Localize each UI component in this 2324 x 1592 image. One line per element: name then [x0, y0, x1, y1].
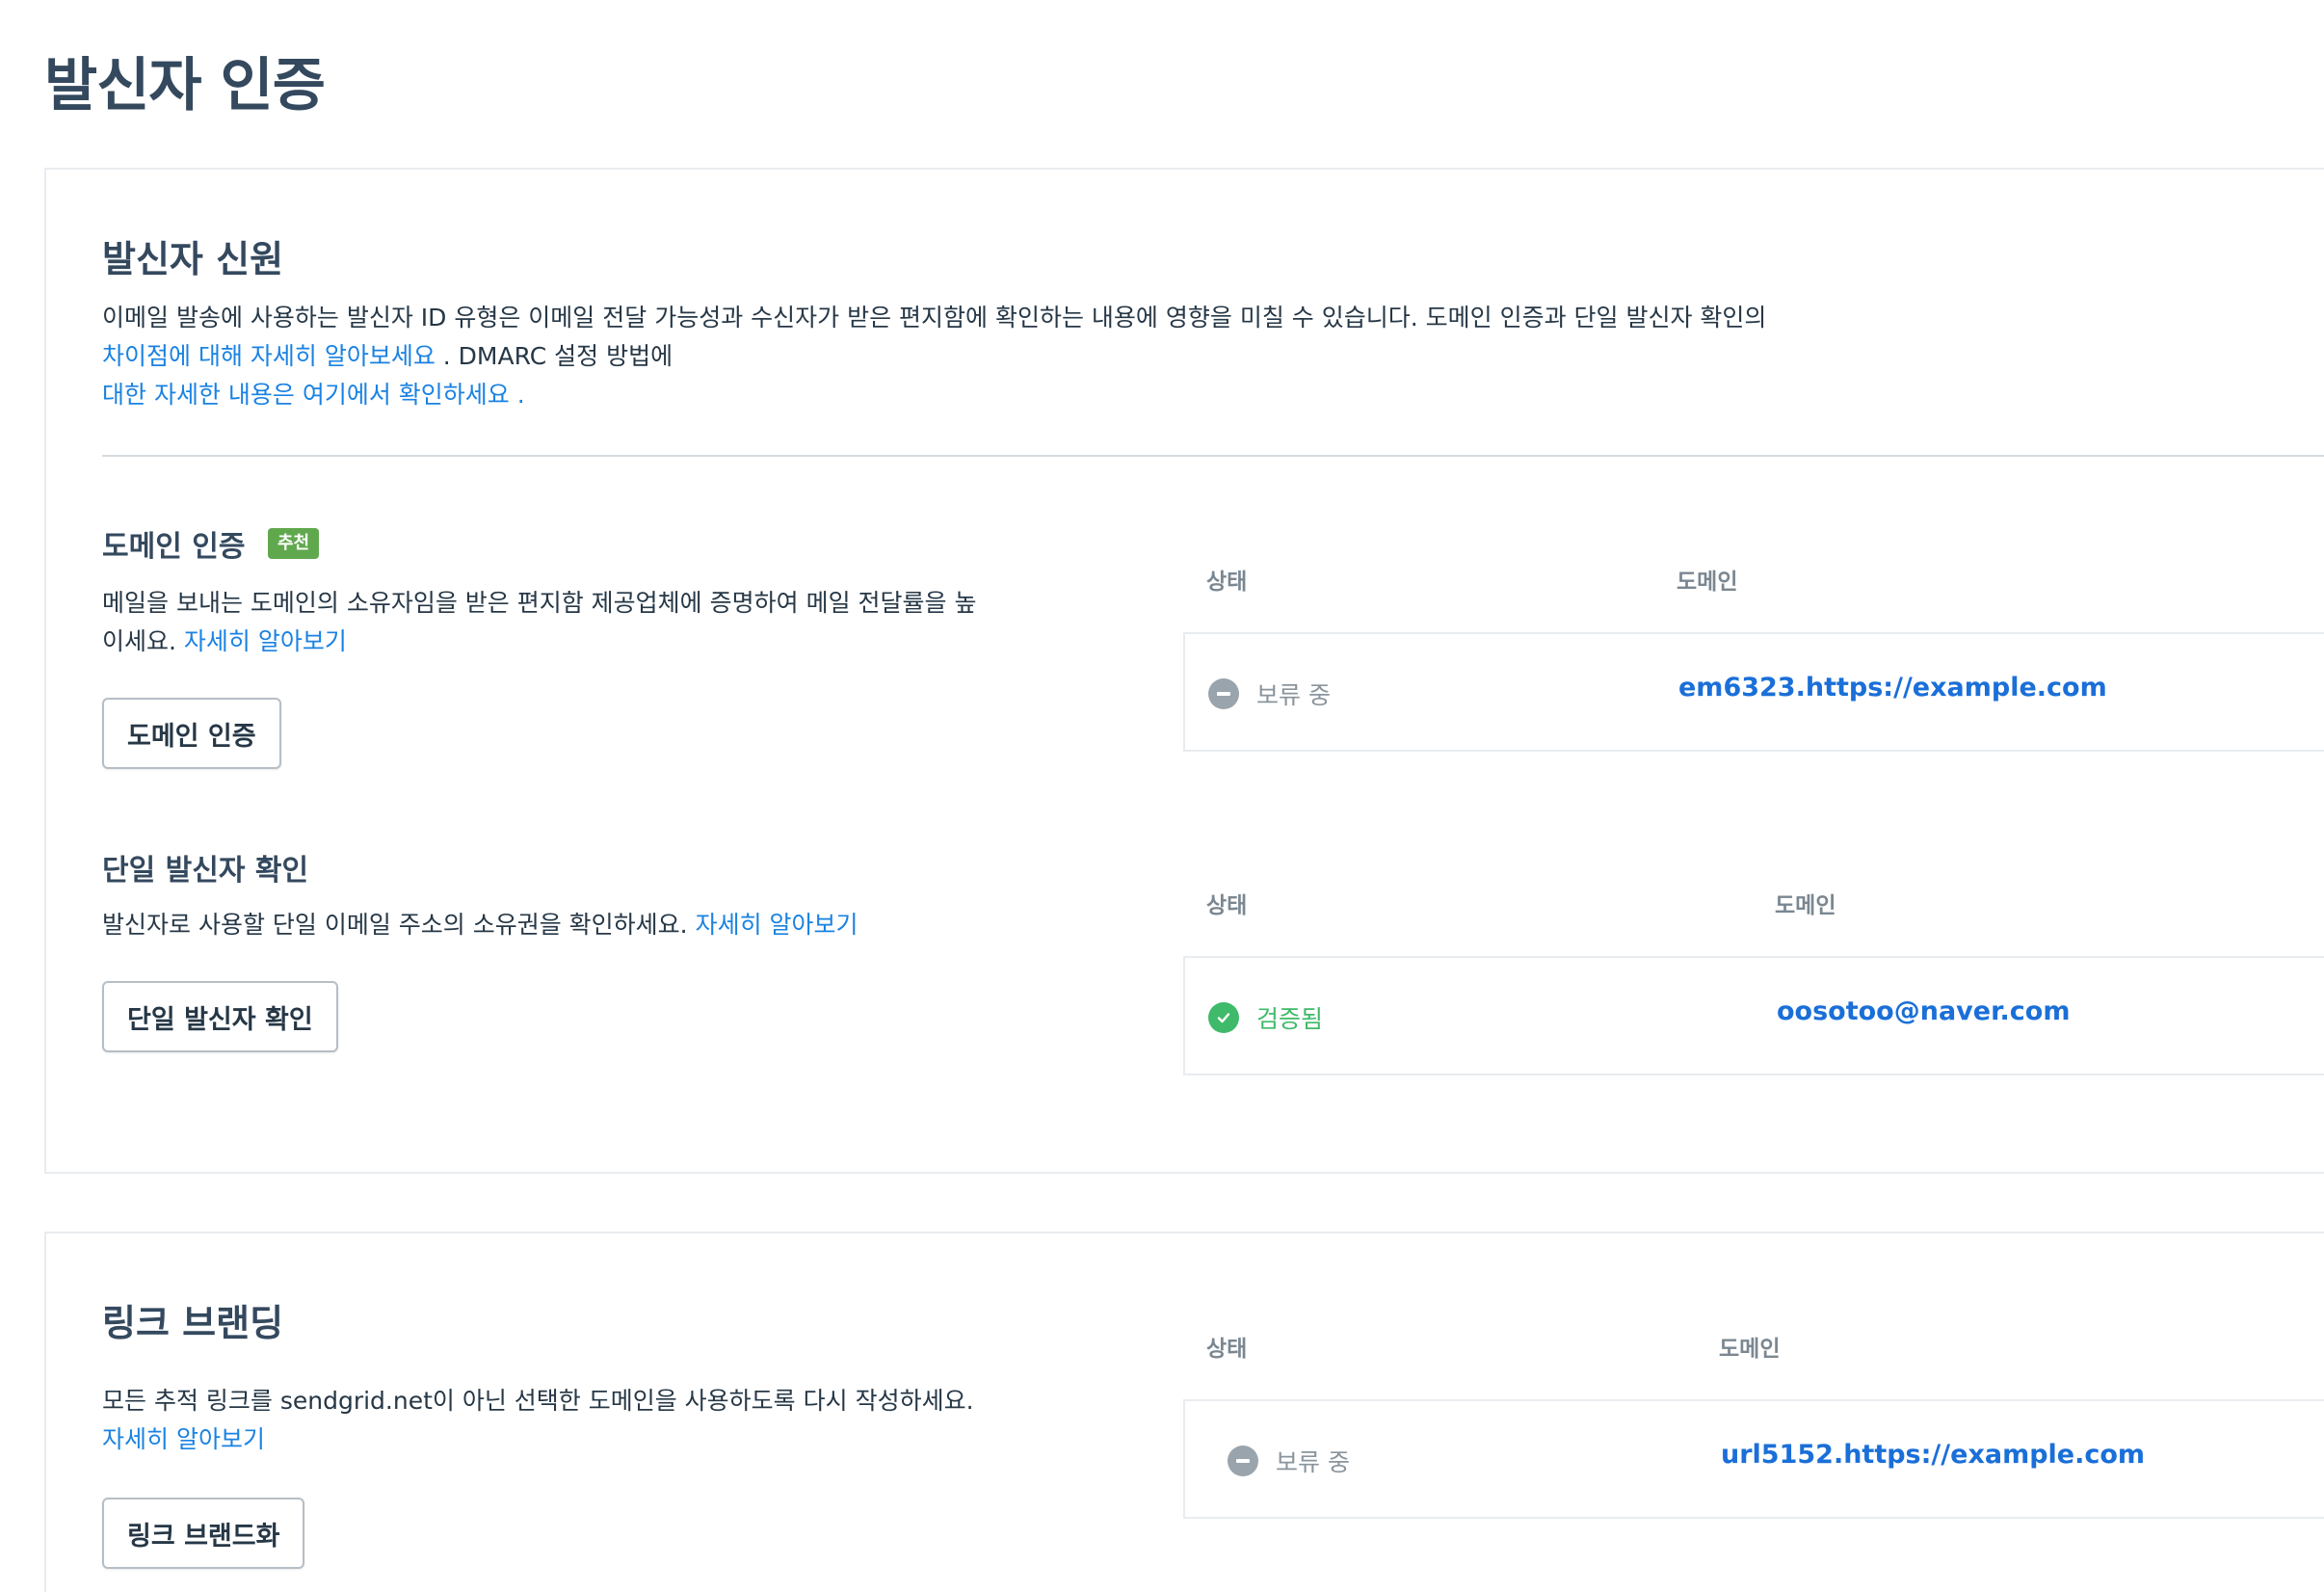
sender-authentication-page: 발신자 인증 발신자 신원 이메일 발송에 사용하는 발신자 ID 유형은 이메…	[0, 0, 2324, 1592]
single-sender-text: 발신자로 사용할 단일 이메일 주소의 소유권을 확인하세요.	[102, 911, 688, 939]
check-circle-icon	[1208, 1002, 1239, 1033]
page-title: 발신자 인증	[44, 52, 326, 119]
single-sender-title: 단일 발신자 확인	[102, 854, 309, 888]
domain-auth-button[interactable]: 도메인 인증	[102, 698, 281, 769]
domain-auth-domain-header: 도메인	[1677, 570, 1738, 595]
dmarc-info-link[interactable]: 대한 자세한 내용은 여기에서 확인하세요 .	[102, 381, 525, 409]
dmarc-text: . DMARC 설정 방법에	[435, 342, 673, 370]
domain-auth-row: 보류 중 em6323.https://example.com	[1183, 632, 2324, 752]
status-cell: 검증됨	[1208, 1000, 1323, 1035]
single-sender-button[interactable]: 단일 발신자 확인	[102, 981, 338, 1052]
single-sender-status-header: 상태	[1206, 893, 1248, 918]
domain-auth-learn-more-link[interactable]: 자세히 알아보기	[184, 627, 347, 655]
link-branding-learn-more-link[interactable]: 자세히 알아보기	[102, 1425, 265, 1453]
sender-identity-title: 발신자 신원	[102, 238, 284, 280]
link-branding-title: 링크 브랜딩	[102, 1302, 284, 1344]
link-branding-domain-link[interactable]: url5152.https://example.com	[1721, 1440, 2145, 1470]
domain-auth-description: 메일을 보내는 도메인의 소유자임을 받은 편지함 제공업체에 증명하여 메일 …	[102, 584, 989, 661]
sender-email-link[interactable]: oosotoo@naver.com	[1777, 996, 2071, 1026]
link-branding-description: 모든 추적 링크를 sendgrid.net이 아닌 선택한 도메인을 사용하도…	[102, 1382, 998, 1459]
sender-identity-description: 이메일 발송에 사용하는 발신자 ID 유형은 이메일 전달 가능성과 수신자가…	[102, 299, 1836, 414]
learn-difference-link[interactable]: 차이점에 대해 자세히 알아보세요	[102, 342, 436, 370]
link-branding-row: 보류 중 url5152.https://example.com	[1183, 1399, 2324, 1519]
recommended-badge: 추천	[268, 528, 320, 559]
link-branding-text: 모든 추적 링크를 sendgrid.net이 아닌 선택한 도메인을 사용하도…	[102, 1387, 974, 1415]
domain-auth-status-header: 상태	[1206, 570, 1248, 595]
sender-identity-text: 이메일 발송에 사용하는 발신자 ID 유형은 이메일 전달 가능성과 수신자가…	[102, 304, 1767, 332]
link-branding-button[interactable]: 링크 브랜드화	[102, 1498, 305, 1569]
status-text: 보류 중	[1256, 681, 1331, 709]
single-sender-domain-header: 도메인	[1775, 893, 1836, 918]
status-cell: 보류 중	[1228, 1444, 1350, 1478]
status-text: 보류 중	[1276, 1448, 1350, 1476]
status-text: 검증됨	[1256, 1005, 1324, 1033]
single-sender-row: 검증됨 oosotoo@naver.com	[1183, 956, 2324, 1075]
link-branding-domain-header: 도메인	[1719, 1337, 1781, 1362]
link-branding-status-header: 상태	[1206, 1337, 1248, 1362]
section-divider	[102, 455, 2324, 457]
minus-circle-icon	[1228, 1446, 1258, 1476]
single-sender-learn-more-link[interactable]: 자세히 알아보기	[696, 911, 858, 939]
status-cell: 보류 중	[1208, 677, 1331, 711]
minus-circle-icon	[1208, 678, 1239, 709]
single-sender-description: 발신자로 사용할 단일 이메일 주소의 소유권을 확인하세요. 자세히 알아보기	[102, 906, 1162, 944]
domain-link[interactable]: em6323.https://example.com	[1678, 673, 2107, 703]
domain-auth-title: 도메인 인증	[102, 530, 246, 564]
